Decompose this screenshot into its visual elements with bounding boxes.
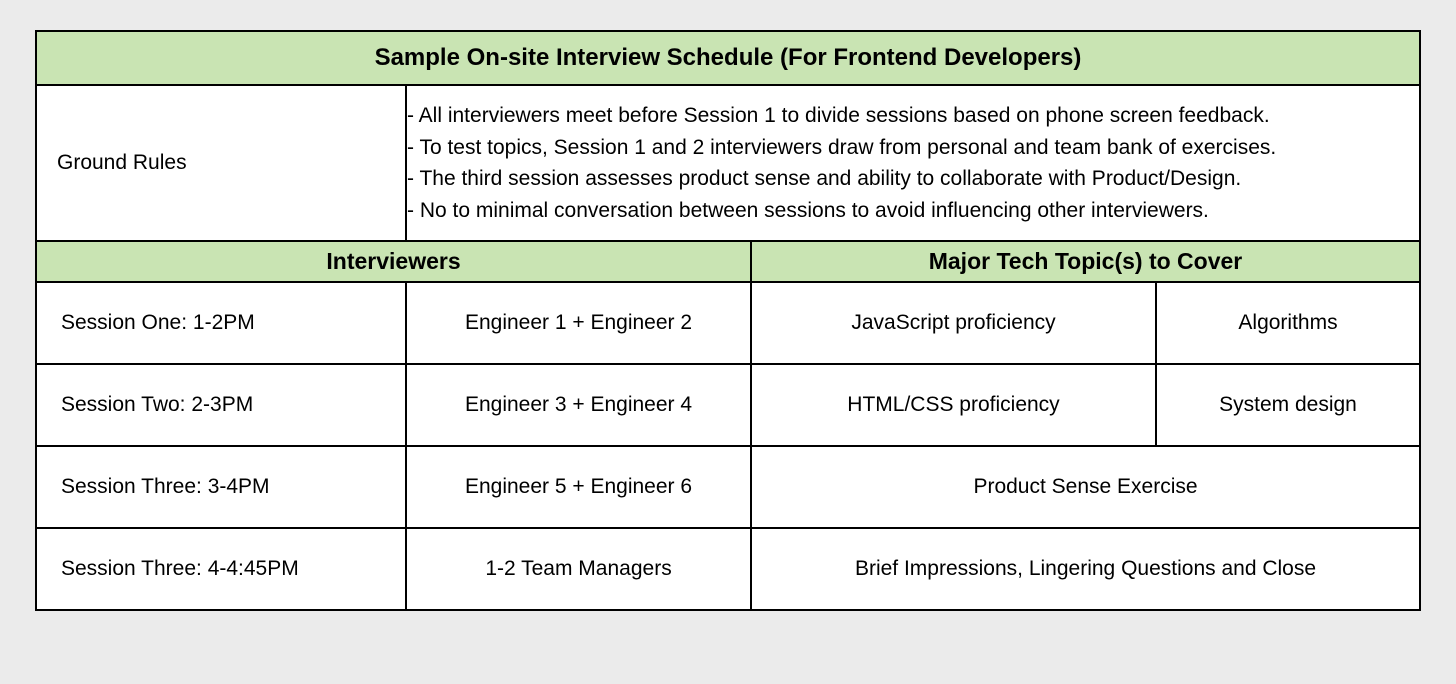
table-title: Sample On-site Interview Schedule (For F… [36,31,1420,85]
topic-merged-cell: Brief Impressions, Lingering Questions a… [751,528,1420,610]
topic-cell: HTML/CSS proficiency [751,364,1156,446]
topic-merged-cell: Product Sense Exercise [751,446,1420,528]
session-label: Session Three: 4-4:45PM [36,528,406,610]
table-row: Session One: 1-2PM Engineer 1 + Engineer… [36,282,1420,364]
ground-rules-content: - All interviewers meet before Session 1… [406,85,1420,241]
header-topics: Major Tech Topic(s) to Cover [751,241,1420,282]
rule-line: - The third session assesses product sen… [407,163,1409,195]
interview-schedule-table: Sample On-site Interview Schedule (For F… [35,30,1421,611]
rule-line: - To test topics, Session 1 and 2 interv… [407,132,1409,164]
rule-line: - No to minimal conversation between ses… [407,195,1409,227]
interviewer-cell: Engineer 3 + Engineer 4 [406,364,751,446]
topic-cell: Algorithms [1156,282,1420,364]
topic-cell: JavaScript proficiency [751,282,1156,364]
interviewer-cell: 1-2 Team Managers [406,528,751,610]
topic-cell: System design [1156,364,1420,446]
header-interviewers: Interviewers [36,241,751,282]
table-row: Session Three: 3-4PM Engineer 5 + Engine… [36,446,1420,528]
interviewer-cell: Engineer 5 + Engineer 6 [406,446,751,528]
table-row: Session Two: 2-3PM Engineer 3 + Engineer… [36,364,1420,446]
session-label: Session One: 1-2PM [36,282,406,364]
interviewer-cell: Engineer 1 + Engineer 2 [406,282,751,364]
ground-rules-label: Ground Rules [36,85,406,241]
session-label: Session Three: 3-4PM [36,446,406,528]
session-label: Session Two: 2-3PM [36,364,406,446]
table-row: Session Three: 4-4:45PM 1-2 Team Manager… [36,528,1420,610]
rule-line: - All interviewers meet before Session 1… [407,100,1409,132]
